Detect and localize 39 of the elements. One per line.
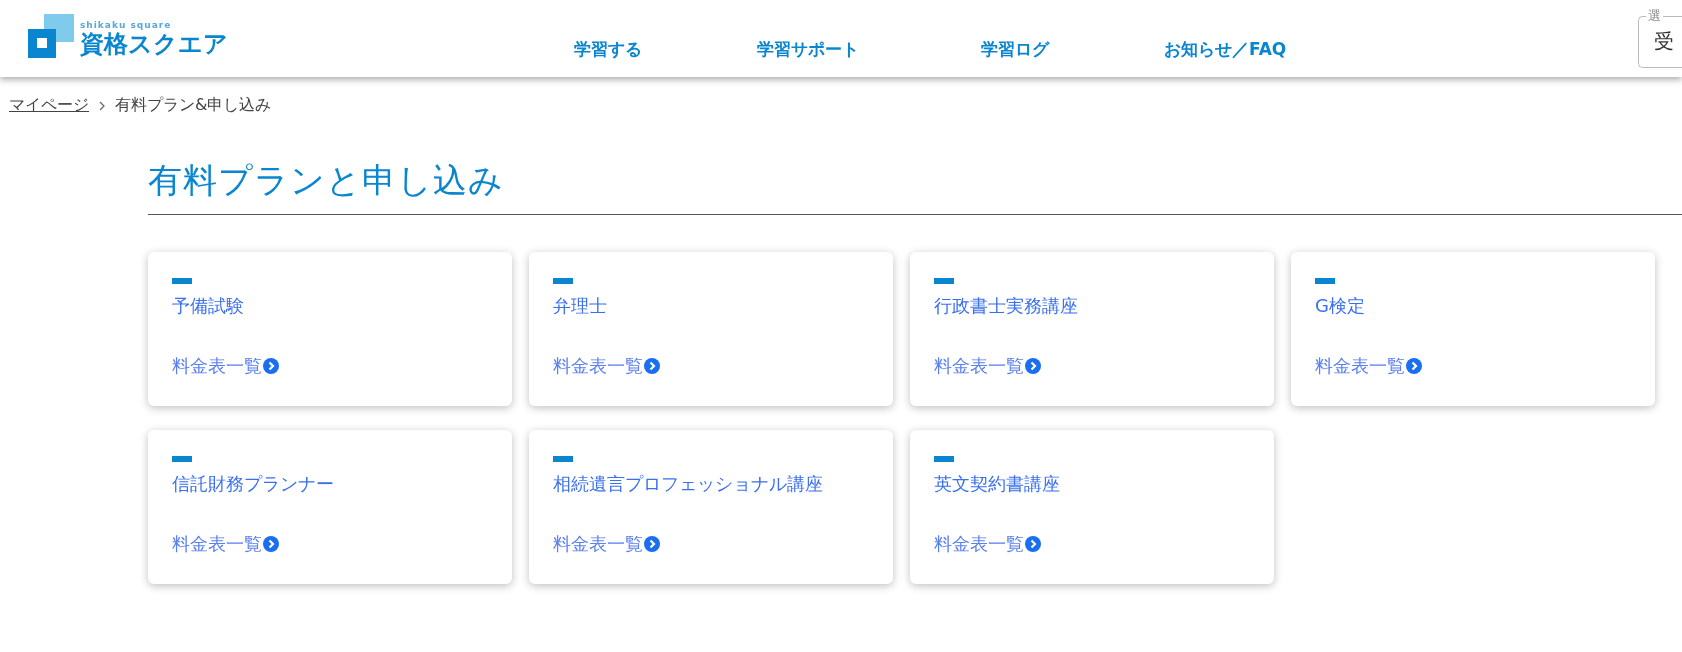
price-list-link[interactable]: 料金表一覧 xyxy=(553,354,660,378)
course-name: G検定 xyxy=(1315,294,1366,318)
accent-bar xyxy=(553,278,573,284)
course-name: 予備試験 xyxy=(172,294,245,318)
chevron-circle-icon xyxy=(644,536,660,552)
price-list-link[interactable]: 料金表一覧 xyxy=(172,532,279,556)
accent-bar xyxy=(1315,278,1335,284)
course-name: 信託財務プランナー xyxy=(172,472,335,496)
accent-bar xyxy=(934,456,954,462)
squares-logo-icon xyxy=(28,14,74,58)
breadcrumb-current: 有料プラン&申し込み xyxy=(115,95,272,116)
logo[interactable]: shikaku square 資格スクエア xyxy=(28,14,228,58)
accent-bar xyxy=(172,278,192,284)
chevron-circle-icon xyxy=(644,358,660,374)
breadcrumb-link[interactable]: マイページ xyxy=(9,95,89,116)
chevron-circle-icon xyxy=(263,358,279,374)
nav-link[interactable]: 学習サポート xyxy=(757,38,981,61)
course-name: 相続遺言プロフェッショナル講座 xyxy=(553,472,824,496)
course-name: 英文契約書講座 xyxy=(934,472,1061,496)
accent-bar xyxy=(172,456,192,462)
chevron-circle-icon xyxy=(263,536,279,552)
price-list-link[interactable]: 料金表一覧 xyxy=(172,354,279,378)
accent-bar xyxy=(934,278,954,284)
page-title: 有料プランと申し込み xyxy=(148,158,1682,215)
price-list-link[interactable]: 料金表一覧 xyxy=(934,532,1041,556)
nav-link[interactable]: 学習する xyxy=(574,38,757,61)
price-list-link[interactable]: 料金表一覧 xyxy=(934,354,1041,378)
chevron-circle-icon xyxy=(1025,358,1041,374)
course-name: 弁理士 xyxy=(553,294,608,318)
nav-link[interactable]: お知らせ／FAQ xyxy=(1164,38,1287,61)
chevron-circle-icon xyxy=(1025,536,1041,552)
price-list-link[interactable]: 料金表一覧 xyxy=(1315,354,1422,378)
chevron-icon xyxy=(99,100,105,111)
nav-link[interactable]: 学習ログ xyxy=(981,38,1164,61)
field-label: 選 xyxy=(1646,8,1663,23)
price-list-link[interactable]: 料金表一覧 xyxy=(553,532,660,556)
accent-bar xyxy=(553,456,573,462)
course-name: 行政書士実務講座 xyxy=(934,294,1079,318)
chevron-circle-icon xyxy=(1406,358,1422,374)
